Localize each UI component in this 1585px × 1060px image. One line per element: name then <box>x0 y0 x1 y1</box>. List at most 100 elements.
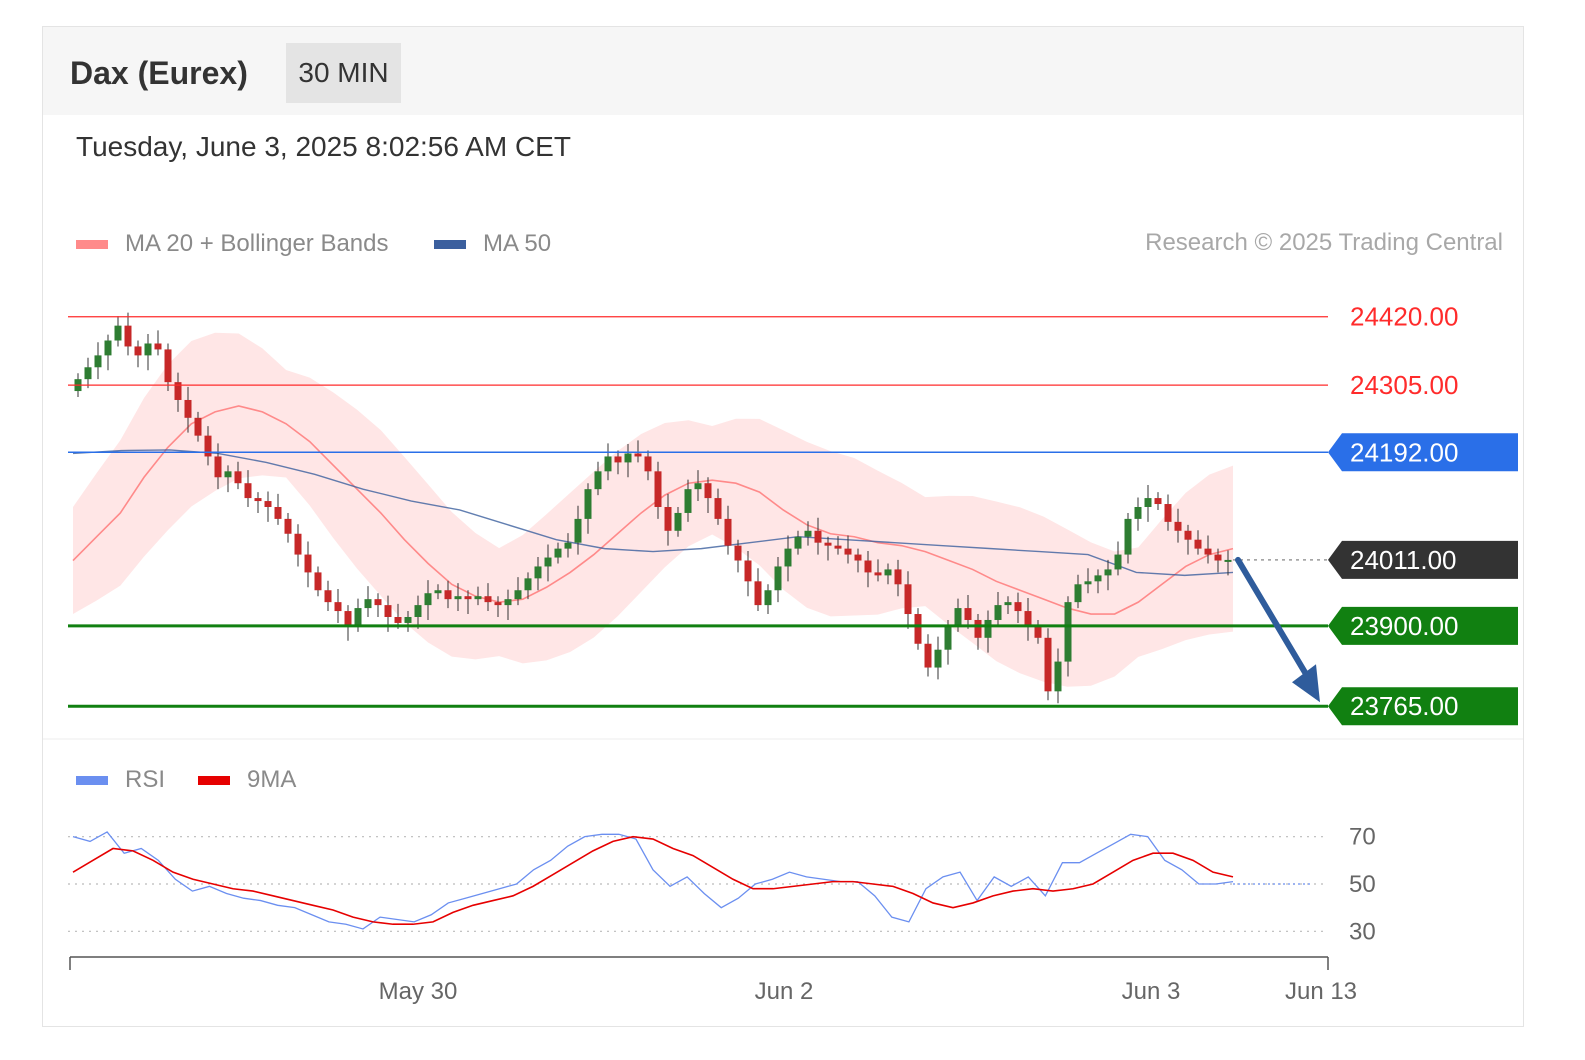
candle-body <box>954 608 962 626</box>
candle-body <box>564 542 572 549</box>
candle-body <box>934 649 942 668</box>
x-tick-label: May 30 <box>379 978 458 1005</box>
candle-body <box>214 456 222 478</box>
x-tick-label: Jun 13 <box>1285 978 1357 1005</box>
candle-body <box>644 456 652 472</box>
candle-body <box>364 599 372 609</box>
candle-body <box>1114 554 1122 570</box>
candle-body <box>604 456 612 472</box>
candle-body <box>1034 625 1042 638</box>
candle-body <box>834 545 842 549</box>
candle-body <box>324 590 332 603</box>
candle-body <box>714 498 722 519</box>
candle-body <box>754 581 762 606</box>
rsi-line <box>72 831 1234 930</box>
candle-body <box>384 605 392 617</box>
candle-body <box>1164 504 1172 522</box>
candle-body <box>1154 498 1162 505</box>
candle-body <box>254 498 262 502</box>
level-label-support: 23900.00 <box>1350 611 1458 641</box>
candle-body <box>164 349 172 383</box>
candle-body <box>664 507 672 531</box>
candle-body <box>134 346 142 356</box>
candle-body <box>474 596 482 600</box>
candle-body <box>224 471 232 478</box>
candle-body <box>244 483 252 499</box>
candle-body <box>1194 539 1202 549</box>
candle-body <box>744 560 752 582</box>
candle-body <box>484 596 492 603</box>
candle-body <box>184 399 192 418</box>
candle-body <box>1094 575 1102 582</box>
candle-body <box>984 619 992 638</box>
candle-body <box>1144 498 1152 507</box>
candle-body <box>204 435 212 457</box>
candle-body <box>434 590 442 594</box>
candle-body <box>394 617 402 623</box>
candle-body <box>774 566 782 591</box>
candle-body <box>854 554 862 561</box>
x-tick-label: Jun 2 <box>755 978 814 1005</box>
level-label-support: 23765.00 <box>1350 691 1458 721</box>
candle-body <box>894 569 902 585</box>
candle-body <box>1044 637 1052 692</box>
candle-body <box>914 614 922 644</box>
candle-body <box>1124 518 1132 555</box>
chart-card: Dax (Eurex) 30 MIN Tuesday, June 3, 2025… <box>42 26 1524 1027</box>
candle-body <box>144 343 152 356</box>
price-chart: 24420.00 24305.00 24192.00 24011.00 23900.00… <box>43 302 1523 1005</box>
candle-body <box>354 608 362 626</box>
candle-body <box>194 417 202 436</box>
candle-body <box>154 343 162 350</box>
candle-body <box>594 471 602 490</box>
candle-body <box>374 599 382 606</box>
candle-body <box>1204 548 1212 555</box>
candle-body <box>114 325 122 341</box>
candle-body <box>864 560 872 573</box>
candle-body <box>84 367 92 380</box>
candle-body <box>574 518 582 543</box>
candle-body <box>1004 602 1012 606</box>
candle-body <box>524 578 532 591</box>
candle-body <box>284 518 292 534</box>
candle-body <box>234 471 242 484</box>
forecast-arrow-shaft <box>1235 556 1315 688</box>
candle-body <box>654 471 662 507</box>
candle-body <box>1024 611 1032 626</box>
candle-body <box>874 572 882 576</box>
candle-body <box>764 590 772 606</box>
candle-body <box>314 572 322 591</box>
level-label-pivot: 24192.00 <box>1350 437 1458 467</box>
x-tick-label: Jun 3 <box>1122 978 1181 1005</box>
candle-body <box>454 596 462 600</box>
candle-body <box>504 599 512 606</box>
candle-body <box>584 489 592 519</box>
candle-body <box>274 507 282 519</box>
candle-body <box>1104 569 1112 576</box>
candle-body <box>94 355 102 368</box>
candle-body <box>1224 559 1232 562</box>
candle-body <box>824 542 832 546</box>
candle-body <box>684 489 692 513</box>
candle-body <box>724 518 732 546</box>
candle-body <box>464 596 472 600</box>
candle-body <box>344 611 352 626</box>
candle-body <box>404 617 412 623</box>
candle-body <box>1074 584 1082 603</box>
candle-body <box>844 548 852 555</box>
candle-body <box>704 483 712 499</box>
level-label-resistance: 24420.00 <box>1350 302 1458 332</box>
candle-body <box>1184 530 1192 540</box>
candle-body <box>994 605 1002 620</box>
candle-body <box>1174 521 1182 531</box>
candle-body <box>924 643 932 668</box>
candle-body <box>1214 554 1222 561</box>
candle-body <box>514 590 522 600</box>
candle-body <box>424 593 432 606</box>
candle-body <box>544 557 552 567</box>
candle-body <box>634 453 642 457</box>
bollinger-band <box>73 332 1233 687</box>
rsi-tick-label: 50 <box>1349 871 1376 898</box>
candle-body <box>794 536 802 549</box>
candle-body <box>884 569 892 576</box>
